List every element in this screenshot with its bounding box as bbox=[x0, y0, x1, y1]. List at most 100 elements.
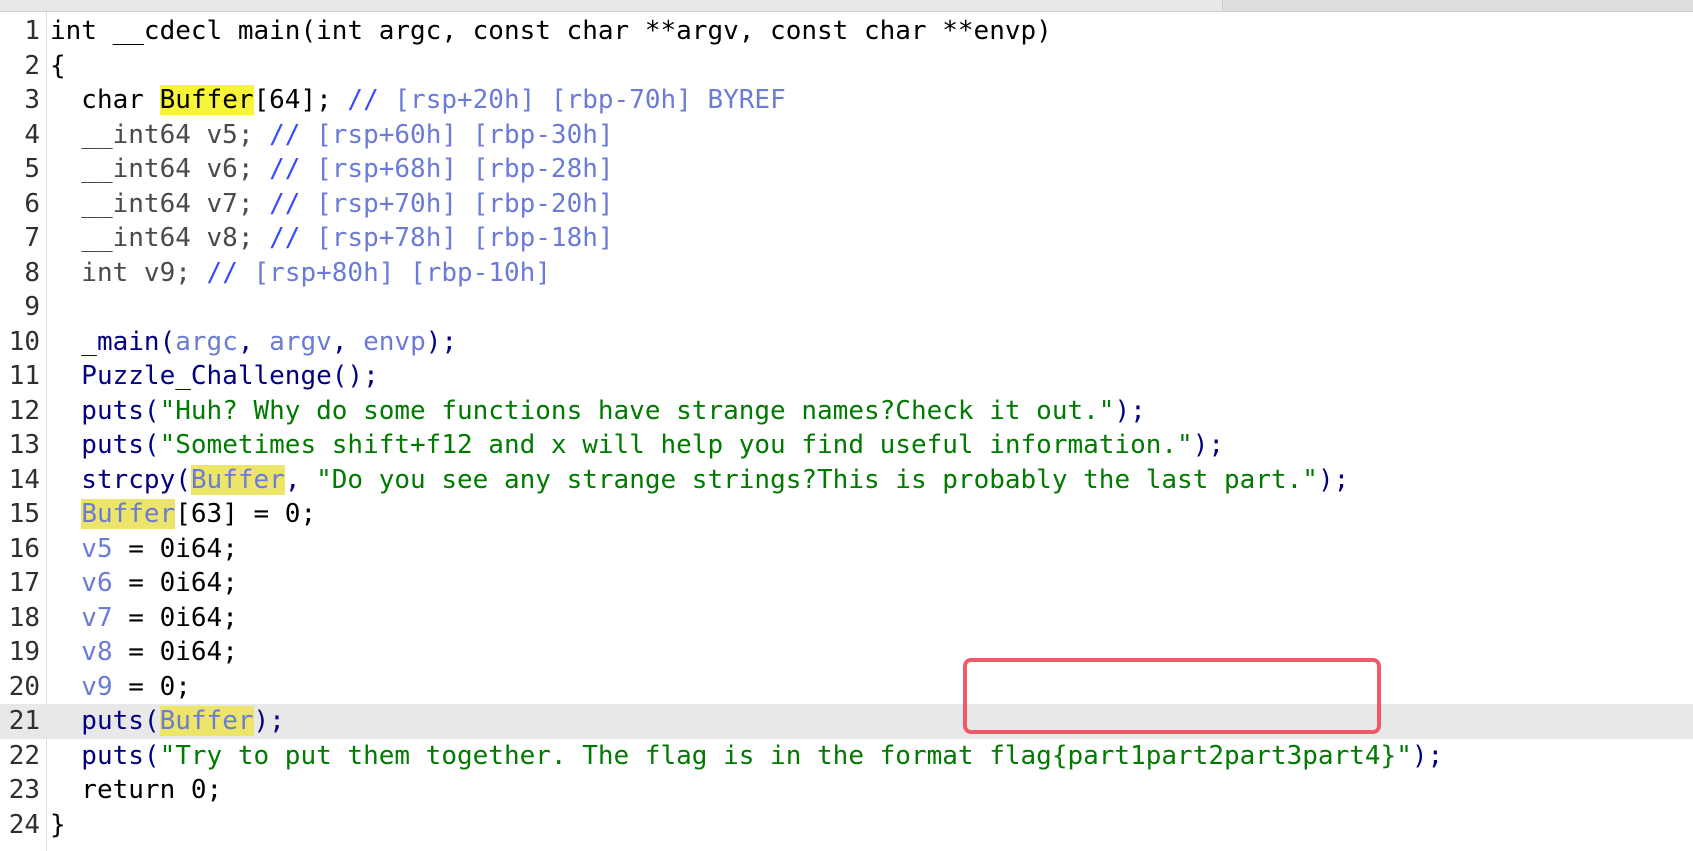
code-text[interactable]: { bbox=[50, 51, 66, 81]
code-text[interactable]: v5 = 0i64; bbox=[50, 534, 238, 564]
code-token[interactable]: v7 bbox=[50, 603, 112, 633]
code-text[interactable]: char Buffer[64]; // [rsp+20h] [rbp-70h] … bbox=[50, 85, 786, 115]
code-token[interactable]: // bbox=[269, 154, 316, 184]
code-token[interactable]: puts( bbox=[50, 396, 159, 426]
code-line[interactable]: 4 __int64 v5; // [rsp+60h] [rbp-30h] bbox=[0, 118, 1693, 153]
code-token[interactable]: envp bbox=[363, 327, 426, 357]
code-token[interactable]: "Try to put them together. The flag is i… bbox=[160, 741, 1412, 771]
code-token[interactable]: int __cdecl main(int argc, const char **… bbox=[50, 16, 1052, 46]
code-token[interactable]: return 0; bbox=[50, 775, 222, 805]
code-token[interactable]: = 0i64; bbox=[113, 534, 238, 564]
code-line[interactable]: 23 return 0; bbox=[0, 773, 1693, 808]
code-token[interactable]: puts( bbox=[50, 430, 159, 460]
pseudocode-view[interactable]: 1 int __cdecl main(int argc, const char *… bbox=[0, 14, 1693, 842]
code-token[interactable]: Buffer bbox=[159, 706, 254, 736]
code-text[interactable]: puts("Huh? Why do some functions have st… bbox=[50, 396, 1145, 426]
code-line[interactable]: 11 Puzzle_Challenge(); bbox=[0, 359, 1693, 394]
code-token[interactable]: = 0i64; bbox=[113, 568, 238, 598]
code-token[interactable]: v6 bbox=[50, 568, 112, 598]
code-line[interactable]: 5 __int64 v6; // [rsp+68h] [rbp-28h] bbox=[0, 152, 1693, 187]
code-line[interactable]: 17 v6 = 0i64; bbox=[0, 566, 1693, 601]
code-token[interactable]: v9 bbox=[50, 672, 112, 702]
code-line[interactable]: 12 puts("Huh? Why do some functions have… bbox=[0, 394, 1693, 429]
code-text[interactable]: _main(argc, argv, envp); bbox=[50, 327, 457, 357]
code-token[interactable]: Puzzle_Challenge(); bbox=[50, 361, 378, 391]
code-token[interactable]: [rsp+20h] [rbp-70h] BYREF bbox=[394, 85, 785, 115]
code-line[interactable]: 18 v7 = 0i64; bbox=[0, 601, 1693, 636]
code-token[interactable]: [rsp+80h] [rbp-10h] bbox=[254, 258, 551, 288]
code-line[interactable]: 2{ bbox=[0, 49, 1693, 84]
code-token[interactable]: _main( bbox=[50, 327, 175, 357]
code-text[interactable]: __int64 v5; // [rsp+60h] [rbp-30h] bbox=[50, 120, 613, 150]
code-line[interactable]: 10 _main(argc, argv, envp); bbox=[0, 325, 1693, 360]
code-text[interactable]: return 0; bbox=[50, 775, 222, 805]
code-token[interactable]: __int64 v8; bbox=[50, 223, 269, 253]
code-line[interactable]: 14 strcpy(Buffer, "Do you see any strang… bbox=[0, 463, 1693, 498]
code-token[interactable]: = 0i64; bbox=[113, 637, 238, 667]
code-token[interactable]: Buffer bbox=[190, 464, 285, 495]
code-token[interactable]: "Do you see any strange strings?This is … bbox=[316, 465, 1318, 495]
code-token[interactable]: // bbox=[269, 120, 316, 150]
code-token[interactable]: [rsp+70h] [rbp-20h] bbox=[316, 189, 613, 219]
code-line[interactable]: 15 Buffer[63] = 0; bbox=[0, 497, 1693, 532]
code-text[interactable]: __int64 v8; // [rsp+78h] [rbp-18h] bbox=[50, 223, 613, 253]
code-line[interactable]: 16 v5 = 0i64; bbox=[0, 532, 1693, 567]
code-token[interactable]: __int64 v7; bbox=[50, 189, 269, 219]
code-token[interactable]: argv bbox=[269, 327, 332, 357]
code-token[interactable]: argc bbox=[175, 327, 238, 357]
code-line[interactable]: 19 v8 = 0i64; bbox=[0, 635, 1693, 670]
code-line[interactable]: 20 v9 = 0; bbox=[0, 670, 1693, 705]
code-token[interactable]: "Sometimes shift+f12 and x will help you… bbox=[160, 430, 1193, 460]
code-token[interactable]: v8 bbox=[50, 637, 112, 667]
code-token[interactable]: Buffer bbox=[81, 499, 176, 529]
code-token[interactable]: ); bbox=[1114, 396, 1145, 426]
code-token[interactable]: [rsp+60h] [rbp-30h] bbox=[316, 120, 613, 150]
code-token[interactable]: // bbox=[347, 85, 394, 115]
code-token[interactable]: ); bbox=[1193, 430, 1224, 460]
code-text[interactable]: v6 = 0i64; bbox=[50, 568, 238, 598]
code-token[interactable]: = 0i64; bbox=[113, 603, 238, 633]
code-token[interactable]: [rsp+78h] [rbp-18h] bbox=[316, 223, 613, 253]
code-text[interactable]: } bbox=[50, 810, 66, 840]
tab-right[interactable] bbox=[1222, 0, 1693, 11]
code-token[interactable]: puts( bbox=[50, 706, 159, 736]
code-token[interactable]: // bbox=[269, 223, 316, 253]
code-token[interactable]: } bbox=[50, 810, 66, 840]
code-token[interactable]: ); bbox=[1412, 741, 1443, 771]
code-line[interactable]: 7 __int64 v8; // [rsp+78h] [rbp-18h] bbox=[0, 221, 1693, 256]
code-token[interactable]: int v9; bbox=[50, 258, 207, 288]
code-text[interactable]: Buffer[63] = 0; bbox=[50, 499, 316, 529]
code-token[interactable]: __int64 v5; bbox=[50, 120, 269, 150]
code-token[interactable]: // bbox=[207, 258, 254, 288]
code-token[interactable]: [64]; bbox=[254, 85, 348, 115]
code-text[interactable]: __int64 v6; // [rsp+68h] [rbp-28h] bbox=[50, 154, 613, 184]
code-text[interactable]: puts("Sometimes shift+f12 and x will hel… bbox=[50, 430, 1224, 460]
code-token[interactable]: , bbox=[332, 327, 363, 357]
code-line[interactable]: 6 __int64 v7; // [rsp+70h] [rbp-20h] bbox=[0, 187, 1693, 222]
code-token[interactable]: v5 bbox=[50, 534, 112, 564]
code-text[interactable]: int v9; // [rsp+80h] [rbp-10h] bbox=[50, 258, 551, 288]
code-token[interactable]: __int64 v6; bbox=[50, 154, 269, 184]
code-token[interactable]: ); bbox=[426, 327, 457, 357]
code-line[interactable]: 24} bbox=[0, 808, 1693, 843]
code-token[interactable]: , bbox=[285, 465, 316, 495]
code-token[interactable]: = 0; bbox=[113, 672, 191, 702]
code-text[interactable]: strcpy(Buffer, "Do you see any strange s… bbox=[50, 464, 1349, 495]
code-token[interactable]: [rsp+68h] [rbp-28h] bbox=[316, 154, 613, 184]
code-token[interactable]: ); bbox=[1318, 465, 1349, 495]
code-text[interactable]: Puzzle_Challenge(); bbox=[50, 361, 378, 391]
code-line[interactable]: 9 bbox=[0, 290, 1693, 325]
code-token[interactable]: { bbox=[50, 51, 66, 81]
code-token[interactable]: // bbox=[269, 189, 316, 219]
code-line[interactable]: 8 int v9; // [rsp+80h] [rbp-10h] bbox=[0, 256, 1693, 291]
code-text[interactable]: v8 = 0i64; bbox=[50, 637, 238, 667]
code-text[interactable]: v9 = 0; bbox=[50, 672, 191, 702]
code-text[interactable]: int __cdecl main(int argc, const char **… bbox=[50, 16, 1052, 46]
code-text[interactable]: puts("Try to put them together. The flag… bbox=[50, 741, 1443, 771]
code-line[interactable]: 22 puts("Try to put them together. The f… bbox=[0, 739, 1693, 774]
code-token[interactable]: Buffer bbox=[159, 85, 254, 115]
code-token[interactable]: "Huh? Why do some functions have strange… bbox=[160, 396, 1115, 426]
code-token[interactable]: , bbox=[238, 327, 269, 357]
code-token[interactable]: puts( bbox=[50, 741, 159, 771]
code-token[interactable]: strcpy( bbox=[50, 465, 191, 495]
